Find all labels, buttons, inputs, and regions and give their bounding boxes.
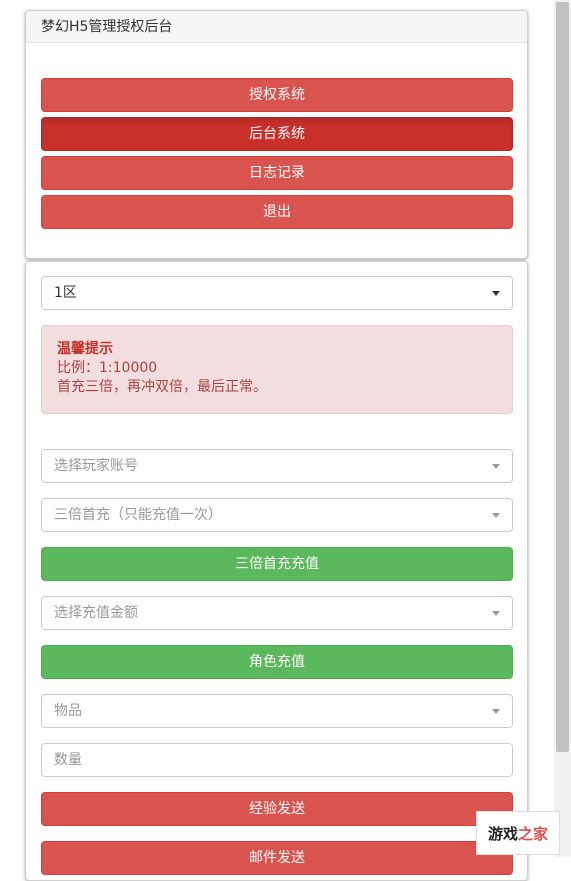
player-account-placeholder: 选择玩家账号	[54, 458, 138, 474]
logo-text-a: 游戏	[487, 824, 518, 843]
notice-message: 首充三倍，再冲双倍，最后正常。	[57, 379, 267, 395]
nav-auth-system-button[interactable]: 授权系统	[41, 78, 513, 112]
exp-send-button[interactable]: 经验发送	[41, 792, 513, 826]
chevron-down-icon	[492, 513, 500, 518]
scrollbar-thumb[interactable]	[556, 2, 569, 752]
chevron-down-icon	[492, 464, 500, 469]
chevron-down-icon	[492, 709, 500, 714]
notice-ratio: 比例：1:10000	[57, 360, 158, 376]
server-select-value: 1区	[54, 285, 77, 301]
auth-panel: 梦幻H5管理授权后台 授权系统 后台系统 日志记录 退出	[25, 10, 528, 259]
chevron-down-icon	[492, 611, 500, 616]
backend-panel: 1区 温馨提示 比例：1:10000 首充三倍，再冲双倍，最后正常。 选择玩家账…	[25, 261, 528, 881]
vertical-scrollbar[interactable]	[554, 0, 571, 857]
mail-send-button[interactable]: 邮件发送	[41, 841, 513, 875]
chevron-down-icon	[492, 291, 500, 296]
notice-title: 温馨提示	[57, 341, 113, 357]
logo-text-b: 之家	[518, 824, 549, 843]
watermark-logo: 游戏之家	[476, 811, 560, 855]
item-placeholder: 物品	[54, 703, 82, 719]
nav-backend-system-button[interactable]: 后台系统	[41, 117, 513, 151]
role-recharge-button[interactable]: 角色充值	[41, 645, 513, 679]
item-select[interactable]: 物品	[41, 694, 513, 728]
nav-log-records-button[interactable]: 日志记录	[41, 156, 513, 190]
triple-first-recharge-button[interactable]: 三倍首充充值	[41, 547, 513, 581]
quantity-input[interactable]: 数量	[41, 743, 513, 777]
notice-alert: 温馨提示 比例：1:10000 首充三倍，再冲双倍，最后正常。	[41, 325, 513, 414]
recharge-amount-select[interactable]: 选择充值金额	[41, 596, 513, 630]
server-select[interactable]: 1区	[41, 276, 513, 310]
recharge-amount-placeholder: 选择充值金额	[54, 605, 138, 621]
quantity-placeholder: 数量	[54, 752, 82, 768]
triple-first-placeholder: 三倍首充（只能充值一次）	[54, 507, 222, 523]
triple-first-select[interactable]: 三倍首充（只能充值一次）	[41, 498, 513, 532]
page-title: 梦幻H5管理授权后台	[26, 11, 527, 43]
nav-logout-button[interactable]: 退出	[41, 195, 513, 229]
player-account-select[interactable]: 选择玩家账号	[41, 449, 513, 483]
